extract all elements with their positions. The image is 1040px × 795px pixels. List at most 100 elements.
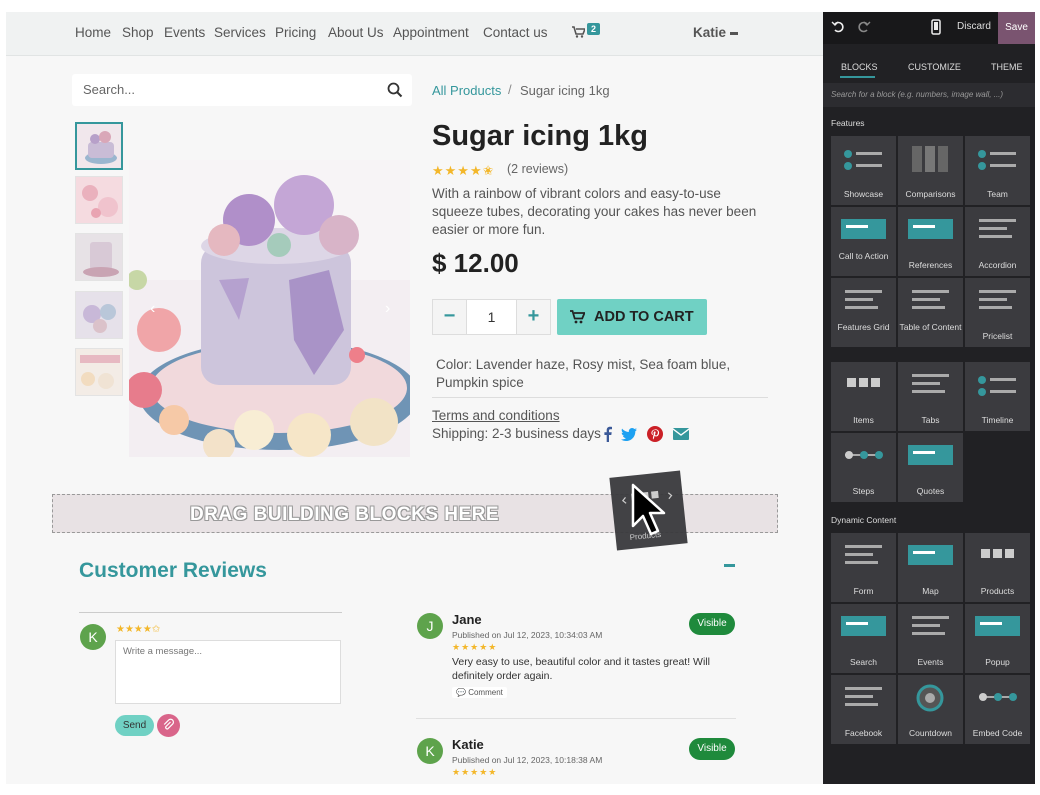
breadcrumb-all-products[interactable]: All Products [432, 83, 501, 98]
tab-theme[interactable]: THEME [991, 62, 1023, 72]
block-label: Embed Code [972, 728, 1023, 738]
block-label: Map [922, 586, 939, 596]
add-to-cart-button[interactable]: ADD TO CART [557, 299, 707, 335]
user-menu-toggle-icon[interactable] [730, 32, 738, 35]
map-block-icon [908, 545, 953, 565]
block-countdown[interactable]: Countdown [898, 675, 963, 744]
undo-icon[interactable] [831, 19, 845, 35]
nav-pricing[interactable]: Pricing [275, 25, 316, 40]
quantity-stepper: − 1 + [432, 299, 551, 335]
block-table-of-content[interactable]: Table of Content [898, 278, 963, 347]
attach-file-button[interactable] [157, 714, 180, 737]
block-quotes[interactable]: Quotes [898, 433, 963, 502]
review-comment-link[interactable]: 💬 Comment [452, 687, 507, 698]
nav-about-us[interactable]: About Us [328, 25, 384, 40]
block-steps[interactable]: Steps [831, 433, 896, 502]
block-search-input[interactable]: Search for a block (e.g. numbers, image … [823, 83, 1035, 107]
visibility-toggle-button[interactable]: Visible [689, 738, 735, 760]
send-review-button[interactable]: Send [115, 715, 154, 736]
product-thumbnail[interactable] [75, 348, 123, 396]
block-label: Facebook [844, 728, 883, 738]
review-date: Published on Jul 12, 2023, 10:18:38 AM [452, 755, 603, 765]
product-thumbnail[interactable] [75, 291, 123, 339]
block-map[interactable]: Map [898, 533, 963, 602]
nav-home[interactable]: Home [75, 25, 111, 40]
nav-services[interactable]: Services [214, 25, 266, 40]
reviewer-name: Katie [452, 737, 484, 752]
quantity-input[interactable]: 1 [467, 300, 516, 334]
image-prev-arrow-icon[interactable]: ‹ [150, 300, 155, 318]
product-review-count[interactable]: (2 reviews) [507, 162, 568, 176]
block-pricelist[interactable]: Pricelist [965, 278, 1030, 347]
redo-icon[interactable] [857, 19, 871, 35]
block-showcase[interactable]: Showcase [831, 136, 896, 205]
block-references[interactable]: References [898, 207, 963, 276]
rating-input-stars[interactable]: ★★★★✩ [116, 624, 160, 635]
block-search[interactable]: Search [831, 604, 896, 673]
discard-button[interactable]: Discard [957, 21, 991, 32]
team-block-icon [978, 150, 1016, 170]
block-form[interactable]: Form [831, 533, 896, 602]
avatar: J [417, 613, 443, 639]
block-popup[interactable]: Popup [965, 604, 1030, 673]
block-label: Timeline [981, 415, 1014, 425]
block-team[interactable]: Team [965, 136, 1030, 205]
block-features-grid[interactable]: Features Grid [831, 278, 896, 347]
image-next-arrow-icon[interactable]: › [385, 300, 390, 318]
quantity-increase-button[interactable]: + [516, 300, 550, 334]
tab-blocks[interactable]: BLOCKS [841, 62, 878, 72]
block-comparisons[interactable]: Comparisons [898, 136, 963, 205]
avatar: K [80, 624, 106, 650]
block-label: Quotes [916, 486, 945, 496]
search-input[interactable]: Search... [83, 82, 135, 97]
product-thumbnail[interactable] [75, 122, 123, 170]
block-call-to-action[interactable]: Call to Action [831, 207, 896, 276]
terms-link[interactable]: Terms and conditions [432, 408, 560, 423]
events-block-icon [912, 616, 949, 635]
block-search-placeholder: Search for a block (e.g. numbers, image … [831, 90, 1004, 99]
nav-contact-us[interactable]: Contact us [483, 25, 548, 40]
block-label: Products [980, 586, 1015, 596]
nav-shop[interactable]: Shop [122, 25, 154, 40]
customer-reviews-heading: Customer Reviews [79, 559, 267, 582]
cart-icon [570, 310, 585, 324]
divider [79, 612, 342, 613]
avatar: K [417, 738, 443, 764]
block-label: Items [853, 415, 874, 425]
email-icon[interactable] [673, 426, 689, 442]
block-facebook[interactable]: Facebook [831, 675, 896, 744]
block-accordion[interactable]: Accordion [965, 207, 1030, 276]
block-embed-code[interactable]: Embed Code [965, 675, 1030, 744]
product-search-box[interactable]: Search... [72, 74, 412, 106]
review-stars: ★★★★★ [452, 767, 498, 777]
product-thumbnail[interactable] [75, 176, 123, 224]
quantity-decrease-button[interactable]: − [433, 300, 467, 334]
save-button[interactable]: Save [998, 12, 1035, 44]
quotes-block-icon [908, 445, 953, 465]
reviews-collapse-icon[interactable] [724, 564, 735, 567]
block-products[interactable]: Products [965, 533, 1030, 602]
tab-customize[interactable]: CUSTOMIZE [908, 62, 961, 72]
block-tabs[interactable]: Tabs [898, 362, 963, 431]
facebook-icon[interactable] [600, 426, 616, 442]
block-events[interactable]: Events [898, 604, 963, 673]
paperclip-icon [163, 718, 175, 730]
review-message-placeholder: Write a message... [123, 646, 203, 657]
user-menu[interactable]: Katie [693, 25, 726, 40]
block-timeline[interactable]: Timeline [965, 362, 1030, 431]
visibility-toggle-button[interactable]: Visible [689, 613, 735, 635]
nav-appointment[interactable]: Appointment [393, 25, 469, 40]
products-block-icon [981, 549, 1014, 558]
product-thumbnail[interactable] [75, 233, 123, 281]
search-icon[interactable] [386, 81, 404, 99]
showcase-block-icon [844, 150, 882, 170]
nav-events[interactable]: Events [164, 25, 205, 40]
twitter-icon[interactable] [621, 426, 637, 442]
mobile-preview-icon[interactable] [929, 19, 943, 35]
drop-zone-label: DRAG BUILDING BLOCKS HERE [189, 504, 500, 525]
cart-icon[interactable] [572, 26, 587, 41]
mouse-cursor-icon [631, 483, 666, 536]
block-items[interactable]: Items [831, 362, 896, 431]
review-message-field[interactable]: Write a message... [115, 640, 341, 704]
pinterest-icon[interactable] [647, 426, 663, 442]
